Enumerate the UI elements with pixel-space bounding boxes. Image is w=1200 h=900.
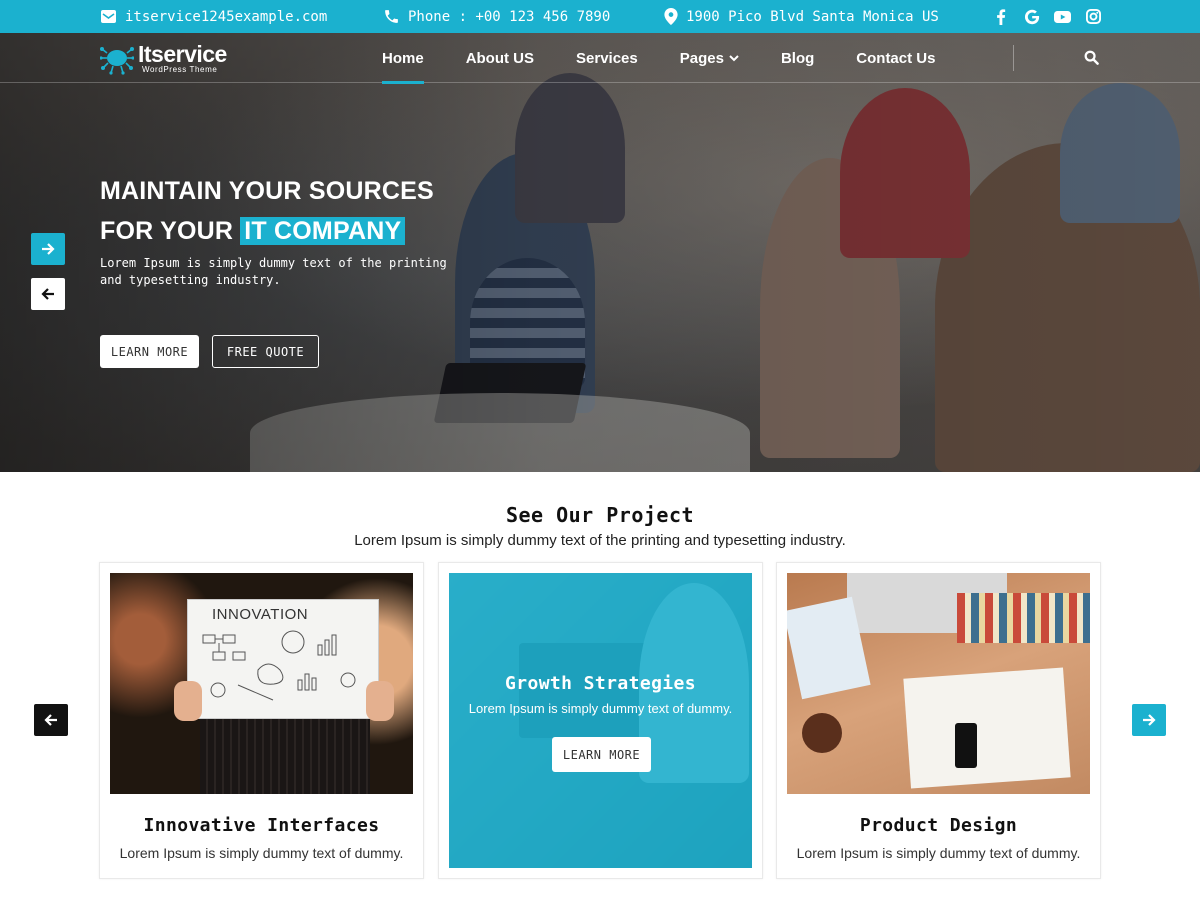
arrow-right-icon [1143, 714, 1156, 726]
project-card-text: Lorem Ipsum is simply dummy text of dumm… [796, 845, 1081, 861]
nav-menu: Home About US Services Pages Blog Contac… [382, 33, 977, 84]
hero-title-line1: MAINTAIN YOUR SOURCES [100, 177, 434, 205]
project-card-innovative-interfaces[interactable]: INNOVATION Innovative Interfaces Lorem I… [99, 562, 424, 879]
youtube-icon[interactable] [1054, 8, 1071, 25]
projects-section-title: See Our Project [505, 503, 695, 527]
hero-description: Lorem Ipsum is simply dummy text of the … [100, 256, 447, 287]
project-card-title: Growth Strategies [504, 673, 697, 694]
hands-right [366, 681, 394, 721]
design-books [957, 593, 1090, 643]
hero-title-line2: FOR YOUR IT COMPANY [100, 211, 434, 251]
hands-left [174, 681, 202, 721]
project-card-text: Lorem Ipsum is simply dummy text of dumm… [468, 701, 733, 716]
site-logo[interactable]: Itservice WordPress Theme [100, 41, 227, 75]
instagram-icon[interactable] [1085, 8, 1102, 25]
nav-item-blog[interactable]: Blog [781, 33, 814, 83]
project-card-title: Product Design [859, 815, 1018, 836]
social-links [992, 0, 1102, 33]
innovation-board: INNOVATION [187, 599, 379, 719]
hero-free-quote-button[interactable]: FREE QUOTE [212, 335, 319, 368]
nav-item-pages[interactable]: Pages [680, 33, 739, 83]
arrow-left-icon [44, 714, 57, 726]
chevron-down-icon [729, 55, 739, 62]
google-icon[interactable] [1023, 8, 1040, 25]
topbar-address-text: 1900 Pico Blvd Santa Monica US [686, 8, 939, 25]
nav-item-pages-label: Pages [679, 49, 724, 67]
hero-title-prefix: FOR YOUR [100, 217, 234, 245]
project-card-overlay [449, 573, 752, 868]
innovation-board-label: INNOVATION [212, 606, 309, 623]
hero-learn-more-button[interactable]: LEARN MORE [100, 335, 199, 368]
top-info-bar: itservice1245example.com Phone : +00 123… [0, 0, 1200, 33]
design-phone [955, 723, 977, 768]
search-button[interactable] [1084, 50, 1099, 70]
main-navigation: Itservice WordPress Theme Home About US … [0, 33, 1200, 84]
logo-circuit-icon [100, 47, 134, 75]
nav-item-home[interactable]: Home [382, 33, 424, 84]
hero-title-highlight: IT COMPANY [240, 217, 406, 245]
person-suit [200, 719, 370, 794]
hero-prev-button[interactable] [31, 278, 65, 310]
projects-prev-button[interactable] [34, 704, 68, 736]
project-card-learn-more-button[interactable]: LEARN MORE [552, 737, 651, 772]
hero-next-button[interactable] [31, 233, 65, 265]
phone-icon [385, 10, 398, 23]
nav-item-contact[interactable]: Contact Us [856, 33, 935, 83]
topbar-phone-text: Phone : +00 123 456 7890 [408, 8, 611, 25]
topbar-email-text: itservice1245example.com [125, 8, 328, 25]
project-image-innovation: INNOVATION [110, 573, 413, 794]
nav-item-services[interactable]: Services [576, 33, 638, 83]
projects-section-subtitle: Lorem Ipsum is simply dummy text of the … [354, 532, 846, 549]
project-card-title: Innovative Interfaces [143, 815, 380, 836]
project-card-growth-strategies[interactable]: Growth Strategies Lorem Ipsum is simply … [438, 562, 763, 879]
innovation-sketch-icon [202, 630, 356, 701]
projects-next-button[interactable] [1132, 704, 1166, 736]
arrow-right-icon [42, 243, 55, 255]
mail-icon [101, 10, 116, 23]
project-card-text: Lorem Ipsum is simply dummy text of dumm… [119, 845, 404, 861]
arrow-left-icon [41, 288, 54, 300]
topbar-email[interactable]: itservice1245example.com [100, 0, 327, 33]
hero-title: MAINTAIN YOUR SOURCES FOR YOUR IT COMPAN… [100, 171, 434, 251]
project-card-product-design[interactable]: Product Design Lorem Ipsum is simply dum… [776, 562, 1101, 879]
design-mug [802, 713, 842, 753]
hero-overlay [0, 33, 1200, 472]
logo-title: Itservice [138, 40, 227, 67]
design-notebook [903, 667, 1071, 789]
nav-item-about[interactable]: About US [466, 33, 534, 83]
nav-divider [1013, 45, 1014, 71]
hero-slider: Itservice WordPress Theme Home About US … [0, 33, 1200, 472]
search-icon [1084, 50, 1099, 65]
facebook-icon[interactable] [992, 8, 1009, 25]
map-pin-icon [664, 8, 678, 25]
logo-subtitle: WordPress Theme [142, 64, 218, 74]
topbar-address: 1900 Pico Blvd Santa Monica US [664, 0, 939, 33]
project-image-product-design [787, 573, 1090, 794]
topbar-phone[interactable]: Phone : +00 123 456 7890 [383, 0, 610, 33]
